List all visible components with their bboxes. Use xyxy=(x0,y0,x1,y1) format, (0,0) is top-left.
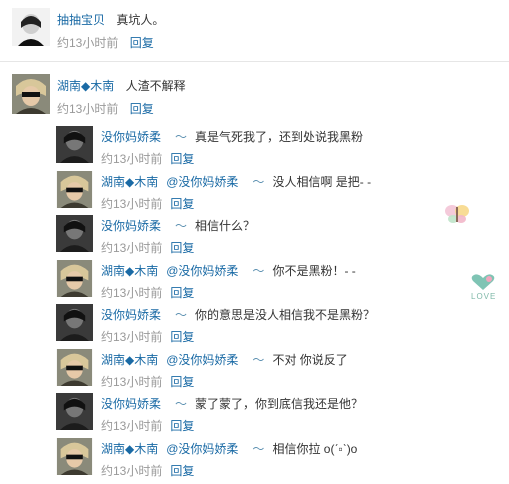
reply-meta: 约13小时前 回复 xyxy=(101,284,194,301)
user-name[interactable]: 没你妈娇柔 xyxy=(101,397,161,411)
reply-text: 真是气死我了，还到处说我黑粉 xyxy=(195,130,364,144)
reply-item: 湖南◆木南 @没你妈娇柔〜没人相信啊 是把- - 约13小时前 回复 xyxy=(56,170,486,215)
avatar[interactable] xyxy=(12,8,50,46)
avatar[interactable] xyxy=(56,126,93,163)
avatar[interactable] xyxy=(56,215,93,252)
mention-link[interactable]: @没你妈娇柔 xyxy=(166,264,238,278)
comment-meta: 约13小时前 回复 xyxy=(57,100,154,117)
reply-item: 没你妈娇柔〜真是气死我了，还到处说我黑粉 约13小时前 回复 xyxy=(56,126,486,170)
reply-button[interactable]: 回复 xyxy=(170,375,194,389)
mention-link[interactable]: @没你妈娇柔 xyxy=(166,442,238,456)
user-name[interactable]: 抽抽宝贝 xyxy=(57,13,105,27)
reply-text: 相信你拉 o(ˊ▫ˋ)o xyxy=(272,441,358,456)
butterfly-icon xyxy=(444,203,470,225)
comment-meta: 约13小时前 回复 xyxy=(57,34,154,51)
reply-button[interactable]: 回复 xyxy=(170,330,194,344)
reply-button[interactable]: 回复 xyxy=(170,197,194,211)
reply-item: 湖南◆木南 @没你妈娇柔〜你不是黑粉！- - 约13小时前 回复 xyxy=(56,259,486,304)
reply-text: 你不是黑粉！- - xyxy=(272,263,356,278)
comment-header: 湖南◆木南 人渣不解释 xyxy=(57,77,186,94)
reply-header: 湖南◆木南 @没你妈娇柔〜你不是黑粉！- - xyxy=(101,262,356,279)
timestamp: 约13小时前 xyxy=(101,241,163,255)
comment-text: 人渣不解释 xyxy=(125,79,186,93)
reply-meta: 约13小时前 回复 xyxy=(101,462,194,479)
reply-text: 没人相信啊 是把- - xyxy=(272,174,372,189)
mention-link[interactable]: @没你妈娇柔 xyxy=(166,175,238,189)
avatar[interactable] xyxy=(56,393,93,430)
avatar[interactable] xyxy=(56,259,93,297)
reply-item: 湖南◆木南 @没你妈娇柔〜相信你拉 o(ˊ▫ˋ)o 约13小时前 回复 xyxy=(56,437,486,482)
divider xyxy=(0,61,509,62)
timestamp: 约13小时前 xyxy=(101,196,163,211)
avatar[interactable] xyxy=(56,304,93,341)
tilde-icon: 〜 xyxy=(252,352,265,367)
reply-text: 不对 你说反了 xyxy=(272,352,348,367)
user-name[interactable]: 没你妈娇柔 xyxy=(101,219,161,233)
user-name[interactable]: 没你妈娇柔 xyxy=(101,130,161,144)
comment-text: 真坑人。 xyxy=(116,13,165,27)
reply-meta: 约13小时前 回复 xyxy=(101,328,194,345)
timestamp: 约13小时前 xyxy=(101,419,163,433)
reply-button[interactable]: 回复 xyxy=(170,464,194,478)
user-name[interactable]: 湖南◆木南 xyxy=(101,264,158,278)
avatar[interactable] xyxy=(56,437,93,475)
reply-button[interactable]: 回复 xyxy=(170,419,194,433)
comment-top: 抽抽宝贝 真坑人。 约13小时前 回复 xyxy=(12,8,492,52)
reply-meta: 约13小时前 回复 xyxy=(101,239,194,256)
reply-meta: 约13小时前 回复 xyxy=(101,417,194,434)
love-icon: LOVE xyxy=(468,272,498,304)
timestamp: 约13小时前 xyxy=(101,285,163,300)
reply-text: 你的意思是没人相信我不是黑粉？ xyxy=(195,308,376,322)
reply-header: 湖南◆木南 @没你妈娇柔〜没人相信啊 是把- - xyxy=(101,173,371,190)
avatar[interactable] xyxy=(12,74,50,114)
reply-item: 湖南◆木南 @没你妈娇柔〜不对 你说反了约13小时前 回复 xyxy=(56,348,486,393)
tilde-icon: 〜 xyxy=(175,130,188,144)
tilde-icon: 〜 xyxy=(175,397,188,411)
reply-button[interactable]: 回复 xyxy=(170,286,194,300)
avatar[interactable] xyxy=(56,348,93,386)
reply-button[interactable]: 回复 xyxy=(170,152,194,166)
timestamp: 约13小时前 xyxy=(57,102,119,116)
user-name[interactable]: 湖南◆木南 xyxy=(101,353,158,367)
tilde-icon: 〜 xyxy=(252,441,265,456)
reply-header: 没你妈娇柔〜相信什么？ xyxy=(101,217,255,234)
reply-meta: 约13小时前 回复 xyxy=(101,373,194,390)
reply-text: 蒙了蒙了，你到底信我还是他？ xyxy=(195,397,364,411)
timestamp: 约13小时前 xyxy=(101,152,163,166)
reply-button[interactable]: 回复 xyxy=(130,36,154,50)
reply-text: 相信什么？ xyxy=(195,219,256,233)
user-name[interactable]: 没你妈娇柔 xyxy=(101,308,161,322)
love-label: LOVE xyxy=(471,292,497,301)
reply-header: 湖南◆木南 @没你妈娇柔〜不对 你说反了 xyxy=(101,351,348,368)
reply-button[interactable]: 回复 xyxy=(130,102,154,116)
tilde-icon: 〜 xyxy=(175,219,188,233)
user-name[interactable]: 湖南◆木南 xyxy=(101,442,158,456)
avatar[interactable] xyxy=(56,170,93,208)
tilde-icon: 〜 xyxy=(252,263,265,278)
tilde-icon: 〜 xyxy=(175,308,188,322)
reply-meta: 约13小时前 回复 xyxy=(101,195,194,212)
reply-header: 没你妈娇柔〜你的意思是没人相信我不是黑粉？ xyxy=(101,306,375,323)
reply-header: 没你妈娇柔〜真是气死我了，还到处说我黑粉 xyxy=(101,128,363,145)
comment-header: 抽抽宝贝 真坑人。 xyxy=(57,11,164,28)
reply-item: 没你妈娇柔〜相信什么？ 约13小时前 回复 xyxy=(56,215,486,259)
user-name[interactable]: 湖南◆木南 xyxy=(101,175,158,189)
timestamp: 约13小时前 xyxy=(101,330,163,344)
timestamp: 约13小时前 xyxy=(101,374,163,389)
reply-item: 没你妈娇柔〜蒙了蒙了，你到底信我还是他？ 约13小时前 回复 xyxy=(56,393,486,437)
reply-header: 没你妈娇柔〜蒙了蒙了，你到底信我还是他？ xyxy=(101,395,363,412)
timestamp: 约13小时前 xyxy=(101,463,163,478)
tilde-icon: 〜 xyxy=(252,174,265,189)
reply-meta: 约13小时前 回复 xyxy=(101,150,194,167)
reply-header: 湖南◆木南 @没你妈娇柔〜相信你拉 o(ˊ▫ˋ)o xyxy=(101,440,357,457)
mention-link[interactable]: @没你妈娇柔 xyxy=(166,353,238,367)
reply-item: 没你妈娇柔〜你的意思是没人相信我不是黑粉？ 约13小时前 回复 xyxy=(56,304,486,348)
reply-button[interactable]: 回复 xyxy=(170,241,194,255)
timestamp: 约13小时前 xyxy=(57,36,119,50)
user-name[interactable]: 湖南◆木南 xyxy=(57,79,114,93)
comment-main: 湖南◆木南 人渣不解释 约13小时前 回复 xyxy=(12,74,492,118)
